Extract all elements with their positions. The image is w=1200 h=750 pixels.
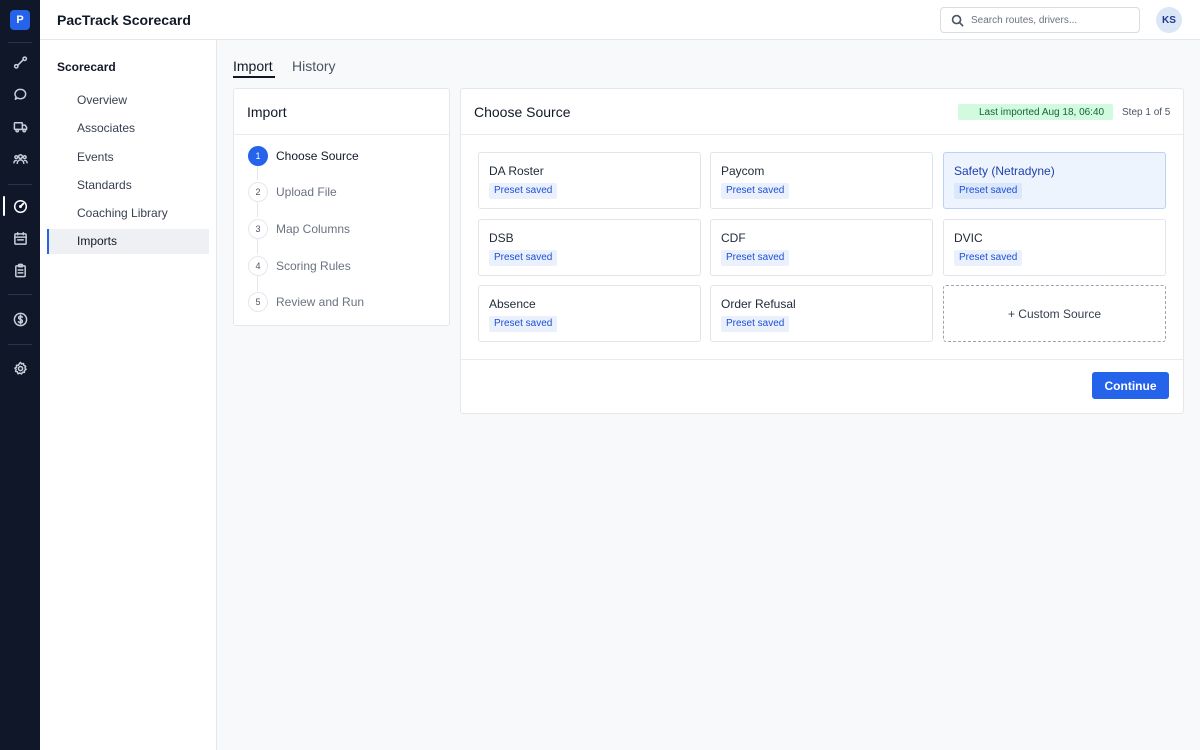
source-name: DVIC (954, 231, 983, 245)
app-title: PacTrack Scorecard (57, 12, 191, 28)
search-icon (951, 14, 964, 27)
subnav-item-overview[interactable]: Overview (47, 88, 209, 113)
step-number: 2 (248, 182, 268, 202)
route-icon[interactable] (10, 52, 30, 72)
preset-saved-badge: Preset saved (489, 183, 558, 199)
team-icon[interactable] (10, 148, 30, 168)
step-number: 4 (248, 256, 268, 276)
source-name: CDF (721, 231, 746, 245)
rail-divider (8, 344, 32, 345)
tab-import[interactable]: Import (233, 58, 273, 74)
app-logo[interactable]: P (10, 10, 30, 30)
preset-saved-badge: Preset saved (489, 316, 558, 332)
app-rail: P (0, 0, 40, 750)
step-label: Scoring Rules (276, 259, 351, 273)
tab-history[interactable]: History (292, 58, 336, 74)
scorecard-subnav: Scorecard Overview Associates Events Sta… (40, 40, 217, 750)
source-da-roster[interactable]: DA Roster Preset saved (478, 152, 701, 209)
search-box[interactable] (940, 7, 1140, 33)
subnav-title: Scorecard (57, 60, 116, 74)
step-connector (257, 202, 258, 217)
source-name: Order Refusal (721, 297, 796, 311)
source-absence[interactable]: Absence Preset saved (478, 285, 701, 342)
add-custom-source-button[interactable]: + Custom Source (943, 285, 1166, 342)
step-connector (257, 276, 258, 291)
settings-gear-icon[interactable] (10, 358, 30, 378)
subnav-item-events[interactable]: Events (47, 145, 209, 170)
subnav-item-imports[interactable]: Imports (47, 229, 209, 254)
subnav-item-associates[interactable]: Associates (47, 116, 209, 141)
clipboard-icon[interactable] (10, 260, 30, 280)
preset-saved-badge: Preset saved (721, 250, 790, 266)
step-connector (257, 239, 258, 254)
preset-saved-badge: Preset saved (721, 316, 790, 332)
subnav-item-standards[interactable]: Standards (47, 173, 209, 198)
tab-active-underline (233, 76, 275, 78)
step-number: 1 (248, 146, 268, 166)
rail-divider (8, 184, 32, 185)
step-connector (257, 166, 258, 180)
message-icon[interactable] (10, 84, 30, 104)
source-name: DA Roster (489, 164, 544, 178)
truck-icon[interactable] (10, 116, 30, 136)
source-cdf[interactable]: CDF Preset saved (710, 219, 933, 276)
step-label: Upload File (276, 185, 337, 199)
source-name: Absence (489, 297, 536, 311)
step-number: 5 (248, 292, 268, 312)
source-order-refusal[interactable]: Order Refusal Preset saved (710, 285, 933, 342)
continue-button[interactable]: Continue (1092, 372, 1169, 399)
source-dsb[interactable]: DSB Preset saved (478, 219, 701, 276)
card-header: Choose Source Last imported Aug 18, 06:4… (461, 89, 1183, 135)
choose-source-card: Choose Source Last imported Aug 18, 06:4… (460, 88, 1184, 414)
preset-saved-badge: Preset saved (721, 183, 790, 199)
card-title: Choose Source (474, 104, 571, 120)
source-safety-netradyne[interactable]: Safety (Netradyne) Preset saved (943, 152, 1166, 209)
card-header: Import (234, 89, 449, 135)
preset-saved-badge: Preset saved (489, 250, 558, 266)
source-name: DSB (489, 231, 514, 245)
card-title: Import (247, 104, 287, 120)
subnav-item-coaching-library[interactable]: Coaching Library (47, 201, 209, 226)
rail-active-indicator (3, 196, 5, 216)
payroll-dollar-icon[interactable] (10, 309, 30, 329)
step-label: Choose Source (276, 149, 359, 163)
rail-divider (8, 42, 32, 43)
rail-divider (8, 294, 32, 295)
top-bar: PacTrack Scorecard KS (40, 0, 1200, 40)
source-dvic[interactable]: DVIC Preset saved (943, 219, 1166, 276)
user-avatar[interactable]: KS (1156, 7, 1182, 33)
step-count: Step 1 of 5 (1122, 107, 1171, 118)
card-footer-divider (461, 359, 1183, 360)
preset-saved-badge: Preset saved (954, 250, 1023, 266)
search-input[interactable] (971, 11, 1131, 29)
source-name: Safety (Netradyne) (954, 164, 1055, 178)
preset-saved-badge: Preset saved (954, 183, 1023, 199)
calendar-icon[interactable] (10, 228, 30, 248)
source-paycom[interactable]: Paycom Preset saved (710, 152, 933, 209)
step-label: Review and Run (276, 295, 365, 309)
last-imported-badge: Last imported Aug 18, 06:40 (958, 104, 1113, 120)
import-steps-card: Import 1 Choose Source 2 Upload File 3 M… (233, 88, 450, 326)
source-name: Paycom (721, 164, 765, 178)
step-number: 3 (248, 219, 268, 239)
scorecard-gauge-icon[interactable] (10, 196, 30, 216)
step-label: Map Columns (276, 222, 351, 236)
